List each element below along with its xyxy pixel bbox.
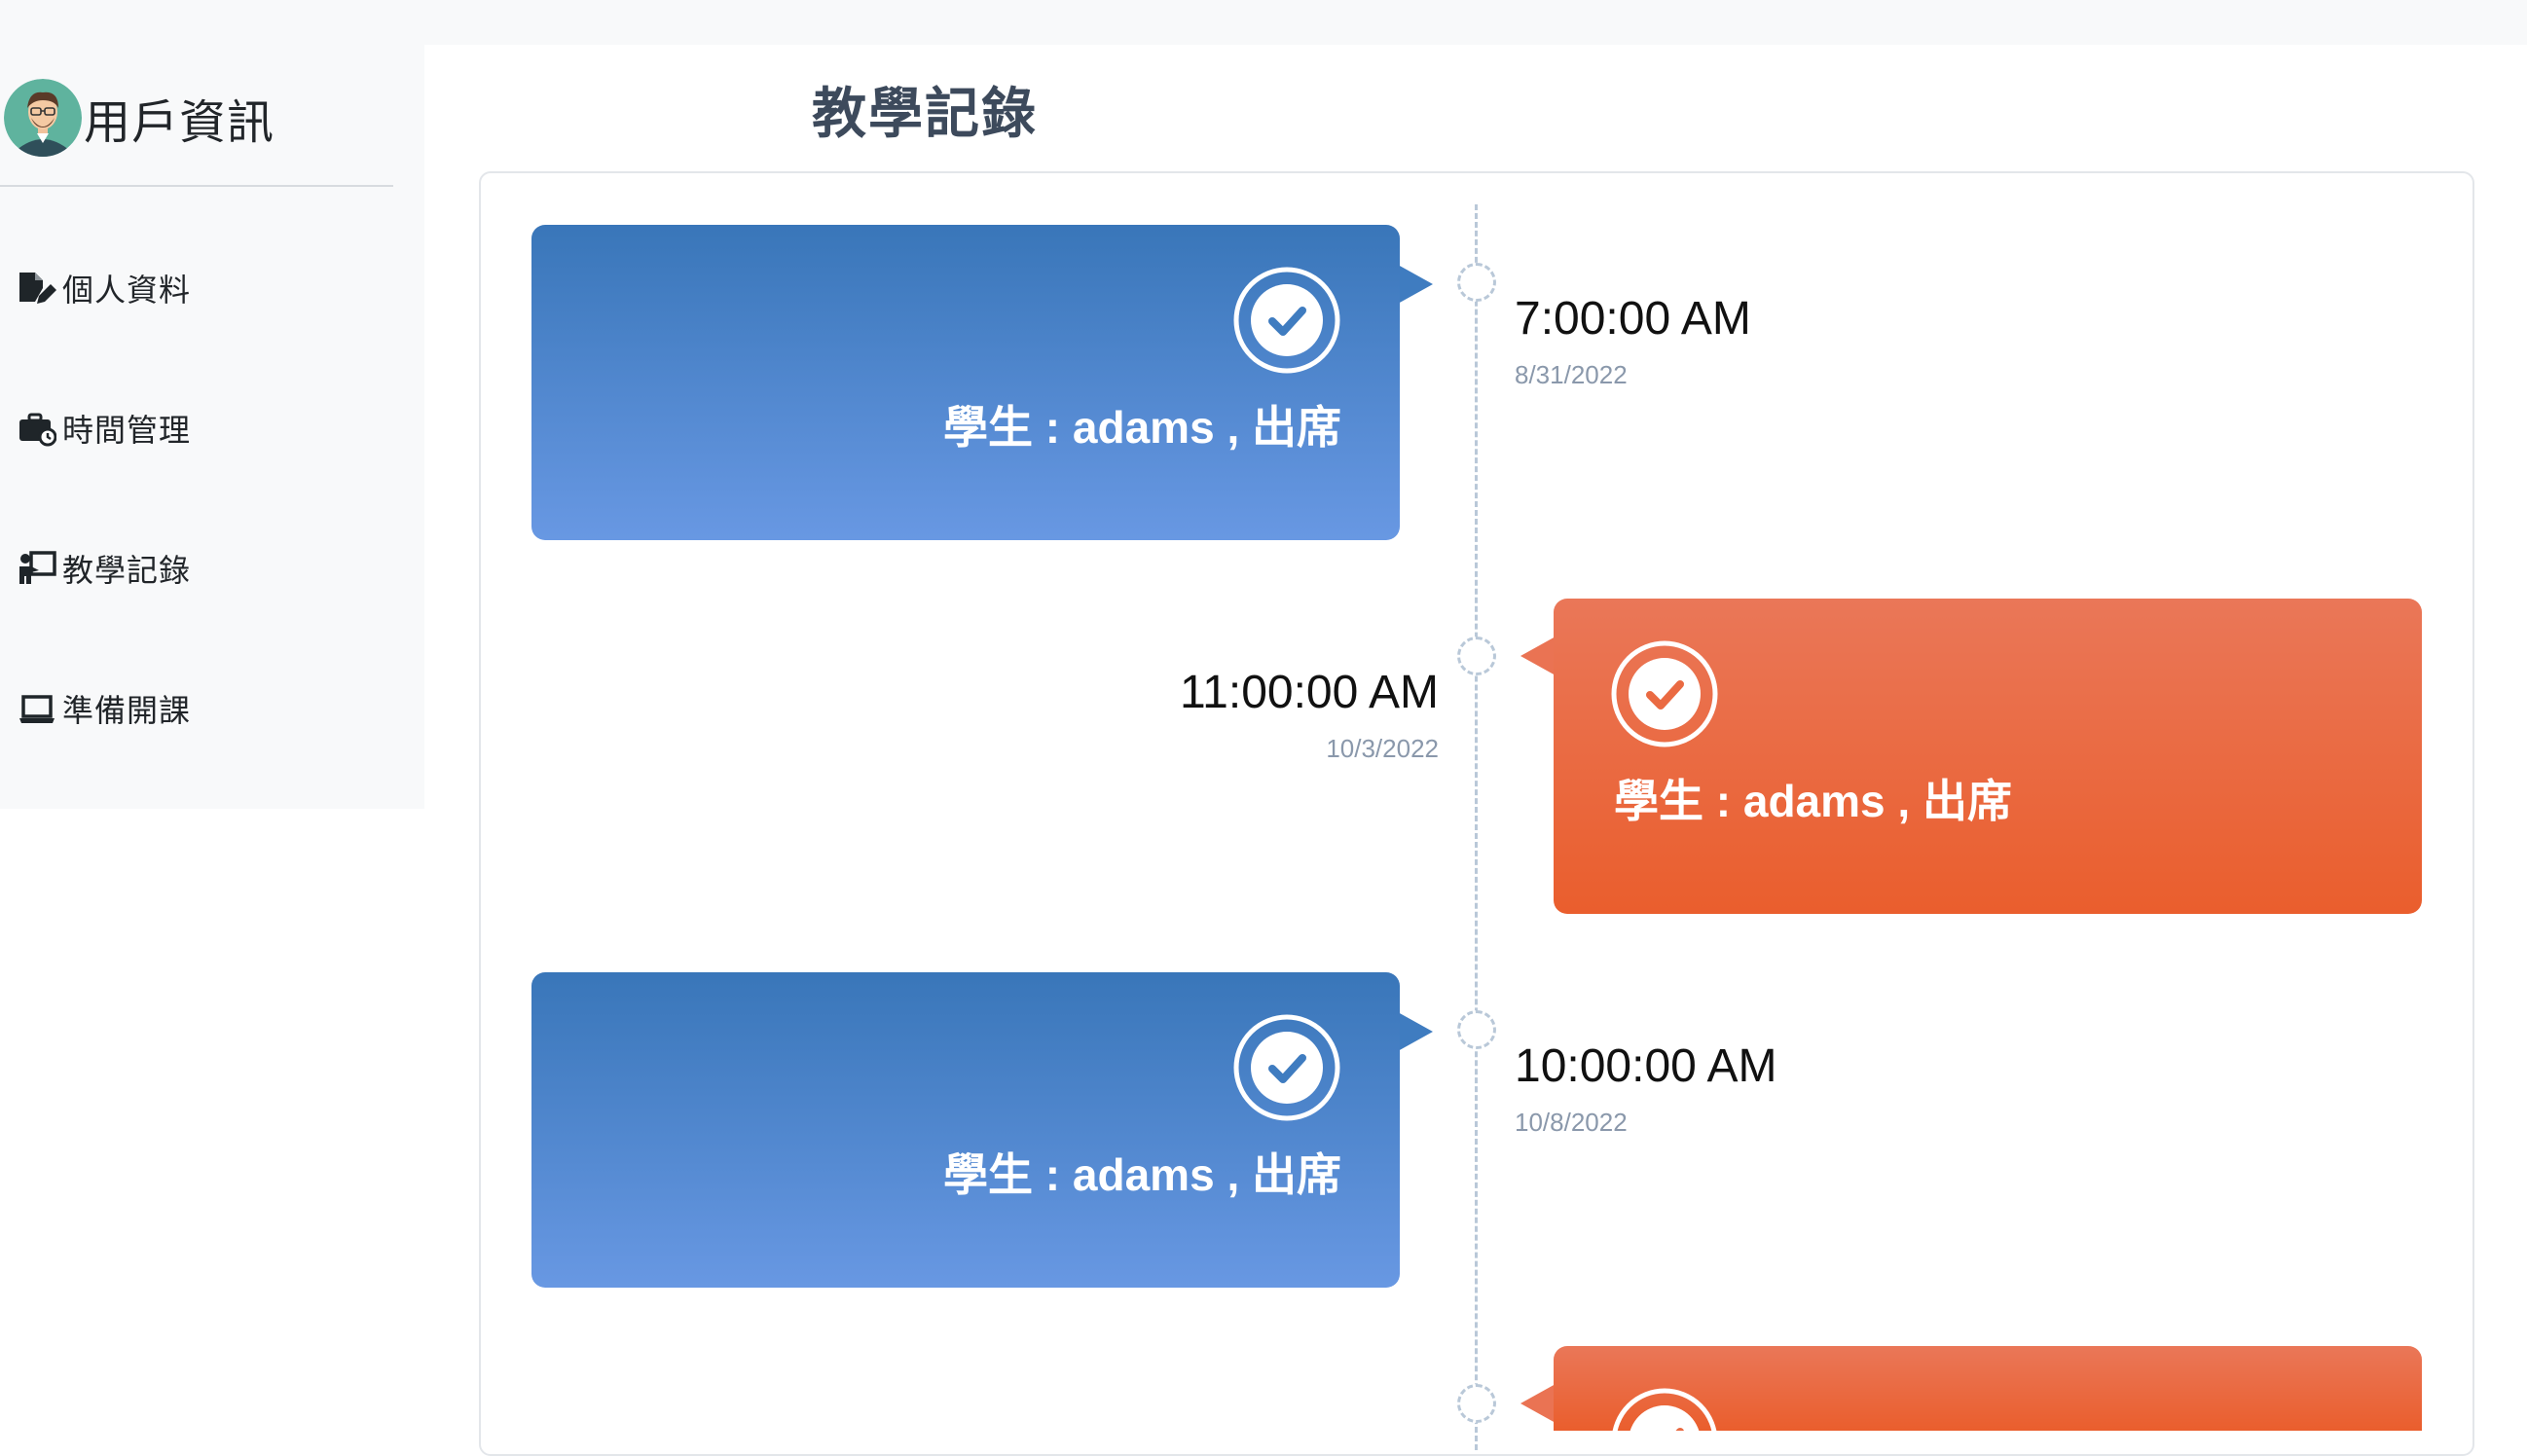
page-title: 教學記錄 [812, 83, 1038, 144]
sidebar-item-profile[interactable]: 個人資料 [18, 259, 191, 317]
timeline-dot [1457, 1010, 1496, 1049]
sidebar: 用戶資訊 個人資料 時間管理 教學記錄 準備開課 [0, 45, 424, 809]
card-pointer [1398, 265, 1433, 304]
file-edit-icon [19, 273, 56, 304]
user-header: 用戶資訊 [0, 74, 275, 162]
timeline-card[interactable]: 學生 : adams , 出席 [1554, 599, 2422, 914]
check-circle-icon [1612, 1388, 1717, 1431]
check-circle-icon [1611, 640, 1718, 747]
user-info-title: 用戶資訊 [84, 97, 275, 149]
sidebar-item-teaching-records[interactable]: 教學記錄 [18, 539, 191, 598]
check-circle-icon [1233, 1014, 1340, 1121]
timeline-dot [1457, 637, 1496, 675]
sidebar-item-time-management[interactable]: 時間管理 [18, 399, 191, 457]
timeline-time: 7:00:00 AM [1515, 293, 1751, 345]
card-pointer [1520, 637, 1556, 675]
top-bar [0, 0, 2527, 45]
card-pointer [1520, 1384, 1556, 1423]
user-avatar-icon[interactable] [4, 79, 82, 157]
sidebar-item-label: 時間管理 [62, 413, 192, 448]
chalkboard-teacher-icon [19, 551, 56, 584]
card-text: 學生 : adams , 出席 [943, 402, 1341, 453]
card-text: 學生 : adams , 出席 [943, 1149, 1341, 1200]
timeline-card[interactable]: 學生 : adams , 出席 [531, 972, 1400, 1288]
sidebar-item-label: 準備開課 [62, 693, 192, 728]
sidebar-item-label: 個人資料 [62, 273, 192, 308]
card-text: 學生 : adams , 出席 [1614, 776, 2012, 826]
timeline-dot [1457, 263, 1496, 302]
briefcase-clock-icon [19, 413, 56, 447]
timeline-card[interactable] [1554, 1346, 2422, 1431]
timeline-card[interactable]: 學生 : adams , 出席 [531, 225, 1400, 540]
sidebar-item-prepare-course[interactable]: 準備開課 [18, 679, 191, 738]
timeline-date: 8/31/2022 [1515, 360, 1628, 389]
timeline-time: 10:00:00 AM [1515, 1040, 1777, 1092]
laptop-icon [19, 695, 55, 723]
sidebar-divider [0, 185, 393, 187]
card-pointer [1398, 1012, 1433, 1051]
sidebar-item-label: 教學記錄 [62, 553, 192, 588]
timeline-date: 10/3/2022 [1326, 734, 1439, 763]
timeline-time: 11:00:00 AM [1180, 667, 1439, 718]
timeline-dot [1457, 1384, 1496, 1423]
timeline-line [1475, 204, 1478, 1450]
timeline-date: 10/8/2022 [1515, 1108, 1628, 1137]
check-circle-icon [1233, 267, 1340, 374]
